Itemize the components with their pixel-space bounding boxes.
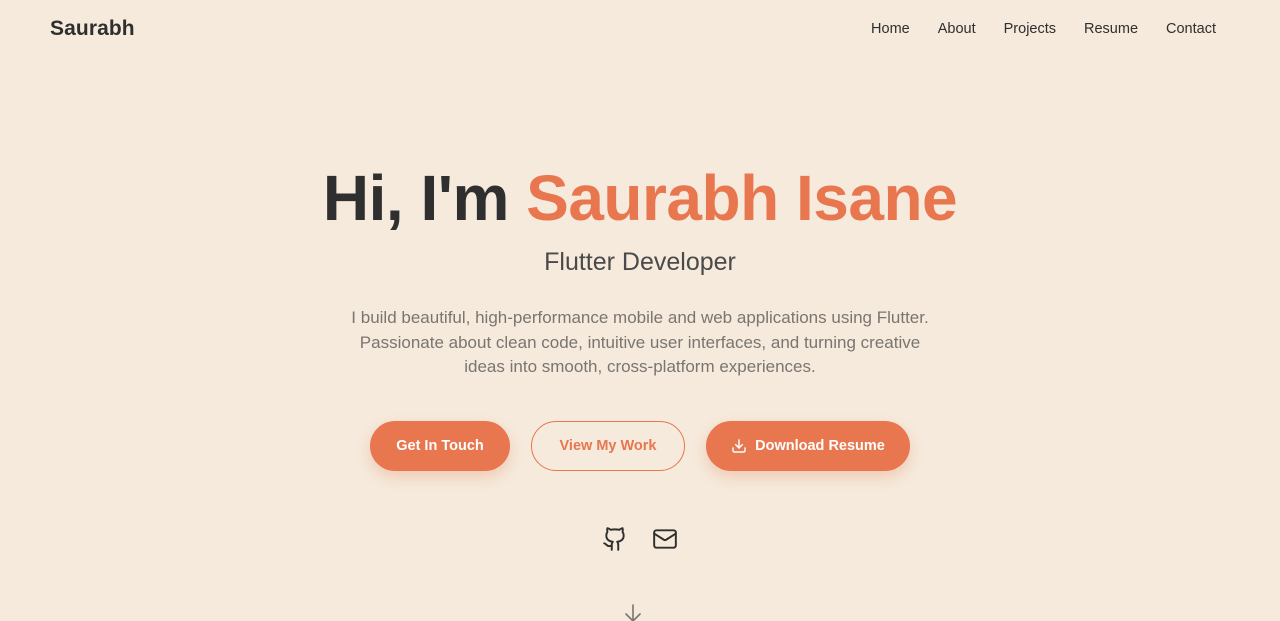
view-my-work-button[interactable]: View My Work	[531, 421, 685, 471]
hero-actions: Get In Touch View My Work Download Resum…	[0, 421, 1280, 471]
github-icon[interactable]	[601, 525, 629, 553]
nav-contact[interactable]: Contact	[1166, 21, 1216, 37]
hero-greeting: Hi, I'm	[322, 162, 527, 234]
get-in-touch-button[interactable]: Get In Touch	[370, 421, 510, 471]
mail-icon[interactable]	[651, 525, 679, 553]
nav-home[interactable]: Home	[871, 21, 910, 37]
brand-logo[interactable]: Saurabh	[50, 17, 135, 41]
arrow-down-icon	[622, 603, 644, 621]
hero-subtitle: Flutter Developer	[544, 248, 736, 276]
nav-about[interactable]: About	[938, 21, 976, 37]
site-header: Saurabh Home About Projects Resume Conta…	[0, 0, 1280, 58]
nav-projects[interactable]: Projects	[1004, 21, 1056, 37]
hero-title: Hi, I'm Saurabh Isane	[0, 160, 1280, 236]
hero-name: Saurabh Isane	[526, 162, 958, 234]
download-icon	[731, 438, 747, 454]
page: Saurabh Home About Projects Resume Conta…	[0, 0, 1280, 621]
nav-resume[interactable]: Resume	[1084, 21, 1138, 37]
main-nav: Home About Projects Resume Contact	[871, 21, 1216, 37]
social-links	[0, 525, 1280, 553]
download-resume-button[interactable]: Download Resume	[706, 421, 910, 471]
scroll-down-indicator[interactable]	[622, 603, 644, 621]
download-resume-label: Download Resume	[755, 438, 885, 454]
hero-description: I build beautiful, high-performance mobi…	[351, 308, 929, 376]
